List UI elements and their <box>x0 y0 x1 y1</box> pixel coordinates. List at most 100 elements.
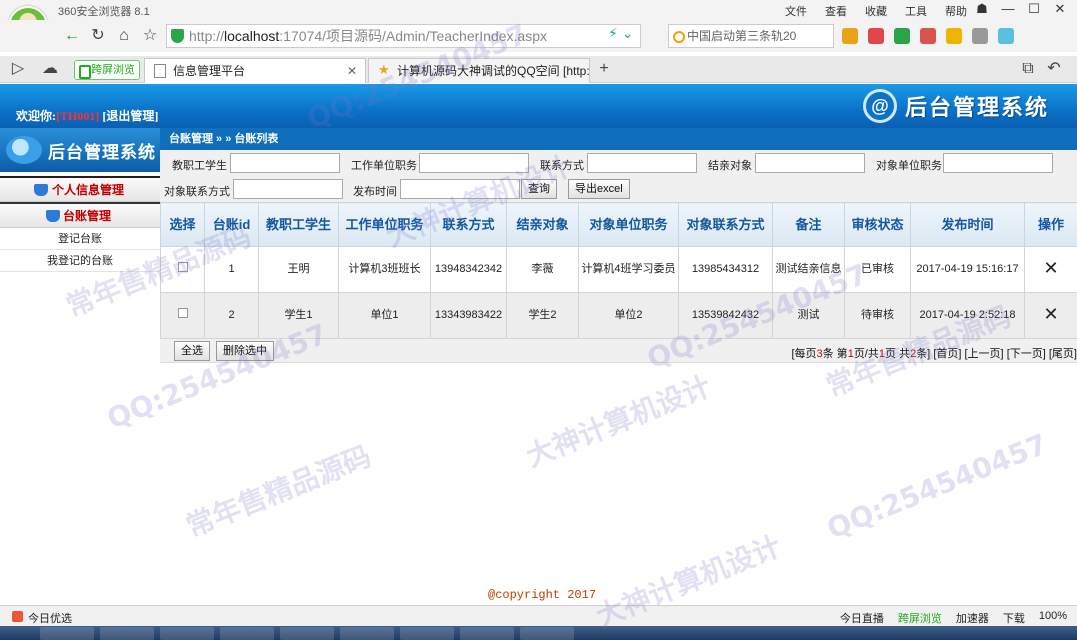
zoom-level[interactable]: 100% <box>1039 610 1067 626</box>
menu-view[interactable]: 查看 <box>825 3 847 19</box>
cloud-icon[interactable]: ☁ <box>40 59 60 79</box>
brand-title: 后台管理系统 <box>904 95 1049 120</box>
live-link[interactable]: 今日直播 <box>840 610 884 626</box>
work-position-input[interactable] <box>419 153 529 173</box>
filter-label-pair-target: 结亲对象 <box>708 160 752 172</box>
pager-first-link[interactable]: [首页] <box>933 348 961 360</box>
target-position-input[interactable] <box>943 153 1053 173</box>
minimize-icon[interactable]: — <box>997 0 1019 18</box>
pager-next-link[interactable]: [下一页] <box>1007 348 1046 360</box>
row-checkbox-cell <box>160 246 205 293</box>
taskbar-item[interactable] <box>100 627 154 640</box>
download-link[interactable]: 下载 <box>1003 610 1025 626</box>
brand: @ 后台管理系统 <box>862 89 1049 123</box>
address-bar[interactable]: http://localhost:17074/项目源码/Admin/Teache… <box>166 24 641 48</box>
pair-target-input[interactable] <box>755 153 865 173</box>
cell-id: 1 <box>204 246 259 293</box>
close-tab-icon[interactable]: ✕ <box>347 59 357 83</box>
taskbar-item[interactable] <box>400 627 454 640</box>
pager-last-link[interactable]: [尾页] <box>1049 348 1077 360</box>
cell-status: 待审核 <box>844 292 911 339</box>
ledger-table: 选择 台账id 教职工学生 工作单位职务 联系方式 结亲对象 对象单位职务 对象… <box>160 202 1077 339</box>
filter-label-work-position: 工作单位职务 <box>351 160 417 172</box>
taskbar-item[interactable] <box>40 627 94 640</box>
taskbar-item[interactable] <box>220 627 274 640</box>
taskbar-item[interactable] <box>160 627 214 640</box>
screenshot-icon[interactable] <box>972 28 988 44</box>
publish-time-input[interactable] <box>400 179 520 199</box>
col-target-position: 对象单位职务 <box>578 202 679 247</box>
row-checkbox[interactable] <box>177 308 188 318</box>
delete-icon[interactable]: ✕ <box>1043 304 1058 324</box>
home-icon[interactable]: ⌂ <box>114 26 134 46</box>
cell-position: 单位1 <box>338 292 431 339</box>
adblock-icon[interactable] <box>920 28 936 44</box>
url-host: localhost <box>224 28 280 44</box>
tab-bar: ▷ ☁ 跨屏浏览 信息管理平台 ✕ ★ 计算机源码大神调试的QQ空间 [http… <box>0 56 1077 83</box>
undo-close-icon[interactable]: ↶ <box>1044 59 1064 79</box>
col-action: 操作 <box>1024 202 1077 247</box>
restore-tabs-icon[interactable]: ⧉ <box>1018 59 1038 79</box>
close-window-icon[interactable]: ✕ <box>1049 0 1071 18</box>
cross-screen-link[interactable]: 跨屏浏览 <box>898 610 942 626</box>
url-path: :17074/项目源码/Admin/TeacherIndex.aspx <box>279 28 547 44</box>
col-target: 结亲对象 <box>506 202 579 247</box>
delete-icon[interactable]: ✕ <box>1043 258 1058 278</box>
menu-tools[interactable]: 工具 <box>905 3 927 19</box>
search-box[interactable]: 中国启动第三条轨20 <box>668 24 834 48</box>
taskbar-item[interactable] <box>460 627 514 640</box>
contact-input[interactable] <box>587 153 697 173</box>
cell-person: 学生1 <box>258 292 339 339</box>
lightning-icon[interactable]: ⚡ ⌄ <box>608 25 633 42</box>
delete-selected-button[interactable]: 删除选中 <box>216 341 274 361</box>
target-contact-input[interactable] <box>233 179 343 199</box>
taskbar-item[interactable] <box>520 627 574 640</box>
col-id: 台账id <box>204 202 259 247</box>
tab-qq-space[interactable]: ★ 计算机源码大神调试的QQ空间 [http: <box>368 58 590 83</box>
maximize-icon[interactable]: ☐ <box>1023 0 1045 18</box>
security-icon[interactable] <box>894 28 910 44</box>
teacher-student-input[interactable] <box>230 153 340 173</box>
pager-info: [每页3条 第1页/共1页 共2条] <box>791 348 931 360</box>
sidebar-toggle-icon[interactable]: ▷ <box>8 59 28 79</box>
refresh-icon[interactable]: ↻ <box>88 26 108 46</box>
mail-icon[interactable] <box>868 28 884 44</box>
back-arrow-icon[interactable]: ← <box>62 26 82 46</box>
sidebar-item-my-ledgers[interactable]: 我登记的台账 <box>0 250 160 272</box>
col-remark: 备注 <box>772 202 845 247</box>
watermark: 大神计算机设计 <box>521 369 716 474</box>
taskbar-item[interactable] <box>340 627 394 640</box>
sidebar-item-register-ledger[interactable]: 登记台账 <box>0 228 160 250</box>
menu-file[interactable]: 文件 <box>785 3 807 19</box>
menu-help[interactable]: 帮助 <box>945 3 967 19</box>
filter-label-target-position: 对象单位职务 <box>876 160 942 172</box>
cell-person: 王明 <box>258 246 339 293</box>
tab-info-platform[interactable]: 信息管理平台 ✕ <box>144 58 366 83</box>
star-icon[interactable]: ☆ <box>140 26 160 46</box>
taskbar-item[interactable] <box>280 627 334 640</box>
status-tools: 今日直播 跨屏浏览 加速器 下载 100% <box>840 610 1067 626</box>
select-all-button[interactable]: 全选 <box>174 341 210 361</box>
new-tab-button[interactable]: + <box>594 59 614 79</box>
pager-prev-link[interactable]: [上一页] <box>965 348 1004 360</box>
sidebar-group-personal-info[interactable]: 个人信息管理 <box>0 176 160 202</box>
today-picks-link[interactable]: 今日优选 <box>12 610 72 626</box>
translate-icon[interactable] <box>998 28 1014 44</box>
logout-link[interactable]: [退出管理] <box>102 109 158 123</box>
apps-icon[interactable] <box>842 28 858 44</box>
menu-favorites[interactable]: 收藏 <box>865 3 887 19</box>
cross-screen-button[interactable]: 跨屏浏览 <box>74 60 140 80</box>
sidebar-group-ledger[interactable]: 台账管理 <box>0 202 160 228</box>
query-button[interactable]: 查询 <box>521 179 557 199</box>
game-icon[interactable] <box>946 28 962 44</box>
cell-action: ✕ <box>1024 292 1077 339</box>
row-checkbox[interactable] <box>177 262 188 272</box>
shirt-icon[interactable]: ☗ <box>971 0 993 18</box>
filter-label-publish-time: 发布时间 <box>353 186 397 198</box>
watermark: 常年售精品源码 <box>181 439 376 544</box>
col-time: 发布时间 <box>910 202 1025 247</box>
accelerator-link[interactable]: 加速器 <box>956 610 989 626</box>
col-select: 选择 <box>160 202 205 247</box>
search-text: 中国启动第三条轨20 <box>687 29 797 43</box>
export-excel-button[interactable]: 导出excel <box>568 179 630 199</box>
